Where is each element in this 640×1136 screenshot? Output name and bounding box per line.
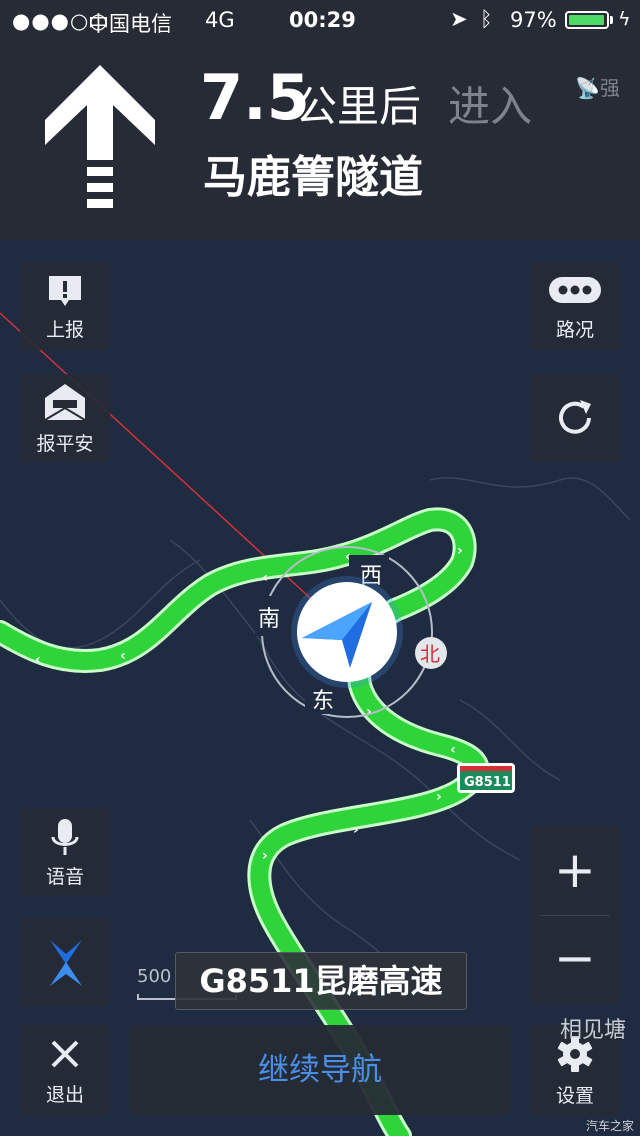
more-dots-icon [549,277,601,303]
compass-south: 南 [258,607,280,632]
car-position-marker [291,576,403,688]
bluetooth-icon: ᛒ [480,7,493,31]
zoom-in-button[interactable]: + [530,826,620,914]
turn-distance: 7.5 [200,61,310,134]
carrier-name: 中国电信 [88,12,172,36]
svg-text:‹: ‹ [120,648,126,664]
compass-east: 东 [312,689,334,714]
voice-label: 语音 [45,866,84,888]
svg-text:‹: ‹ [450,742,456,758]
envelope-icon [44,384,86,421]
alert-icon [49,276,81,306]
place-name-label: 相见塘 [560,1018,627,1043]
current-road-name: G8511昆磨高速 [175,952,467,1010]
safe-report-button[interactable]: 报平安 [20,374,110,462]
traffic-button[interactable]: 路况 [530,262,620,350]
navigation-header: 7.5 公里后 进入 马鹿箐隧道 📡强 [0,40,640,240]
svg-text:›: › [436,789,442,805]
satellite-icon: 📡 [575,76,600,100]
zoom-out-button[interactable]: − [530,916,620,1004]
svg-text:‹: ‹ [35,652,41,668]
status-bar: ●●●○○ 中国电信 4G 00:29 ➤ ᛒ 97% ϟ [0,0,640,40]
compass-north: 北 [420,642,440,666]
battery-nub [610,16,613,24]
view-mode-button[interactable] [20,918,110,1006]
traffic-label: 路况 [555,319,594,341]
clock: 00:29 [289,8,356,32]
svg-text:›: › [366,704,372,720]
battery-percent: 97% [510,8,557,32]
exit-button[interactable]: 退出 [20,1025,110,1115]
gps-signal: 📡强 [575,72,620,101]
north-up-compass-icon [50,940,82,986]
gps-strength-label: 强 [599,76,620,100]
svg-text:›: › [353,822,359,838]
battery-level [569,15,604,25]
turn-distance-unit: 公里后 [295,82,422,131]
refresh-route-button[interactable] [530,374,620,462]
turn-action: 进入 [448,82,533,131]
location-arrow-icon: ➤ [450,7,468,31]
microphone-icon [51,819,79,855]
report-button[interactable]: 上报 [20,262,110,350]
svg-text:›: › [262,848,268,864]
highway-shield-label: G8511 [464,775,511,790]
exit-label: 退出 [45,1084,84,1106]
report-label: 上报 [45,319,84,341]
voice-button[interactable]: 语音 [20,808,110,896]
map-scale-label: 500 [137,966,172,987]
close-icon [51,1040,79,1068]
battery-icon [565,11,609,29]
continue-navigation-button[interactable]: 继续导航 [130,1025,510,1115]
network-type: 4G [205,8,235,32]
next-road-name: 马鹿箐隧道 [203,152,423,203]
watermark: 汽车之家 [586,1119,635,1133]
refresh-icon [559,400,591,434]
heading-line [0,312,346,631]
svg-text:‹: ‹ [262,570,268,586]
highway-shield: G8511 [457,763,515,793]
svg-text:›: › [457,543,463,559]
settings-label: 设置 [555,1085,594,1107]
straight-arrow-icon [45,65,155,208]
zoom-control: + − [530,826,620,1004]
safe-report-label: 报平安 [36,433,94,455]
charging-icon: ϟ [618,8,631,30]
